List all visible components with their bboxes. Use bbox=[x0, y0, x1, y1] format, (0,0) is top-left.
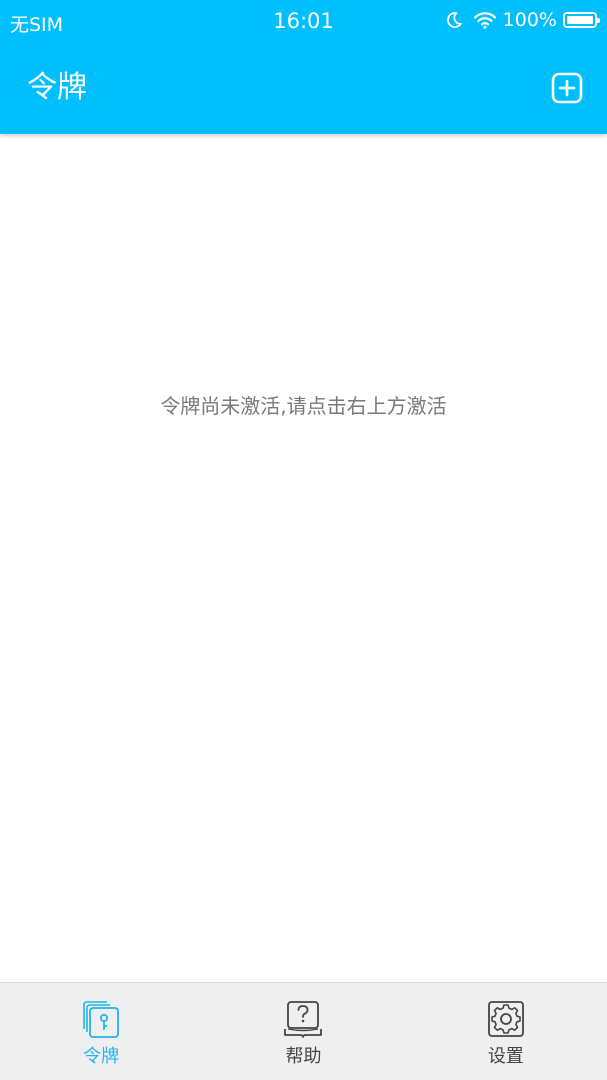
wifi-icon bbox=[473, 11, 497, 29]
tab-settings-label: 设置 bbox=[487, 1046, 524, 1067]
help-book-icon bbox=[284, 1001, 323, 1038]
moon-icon bbox=[445, 11, 463, 29]
gear-icon bbox=[487, 1001, 524, 1037]
status-bar: 无SIM 16:01 100% bbox=[0, 0, 607, 42]
token-card-icon bbox=[83, 1001, 120, 1038]
tab-help-label: 帮助 bbox=[285, 1046, 322, 1067]
status-indicators: 100% bbox=[445, 8, 600, 32]
empty-state-message: 令牌尚未激活,请点击右上方激活 bbox=[160, 394, 447, 418]
tab-help[interactable]: 帮助 bbox=[202, 983, 404, 1080]
app-screen: 无SIM 16:01 100% 令牌 令牌尚未激活,请点击右上方激活 令牌 帮助… bbox=[0, 0, 607, 1080]
plus-square-icon bbox=[551, 72, 583, 104]
main-content: 令牌尚未激活,请点击右上方激活 bbox=[0, 134, 607, 982]
bottom-tab-bar: 令牌 帮助 设置 bbox=[0, 982, 607, 1080]
tab-settings[interactable]: 设置 bbox=[405, 983, 607, 1080]
battery-percentage: 100% bbox=[502, 9, 557, 31]
battery-level-fill bbox=[567, 16, 593, 24]
tab-token-label: 令牌 bbox=[83, 1046, 120, 1067]
add-token-button[interactable] bbox=[551, 72, 583, 104]
page-title: 令牌 bbox=[27, 70, 87, 105]
tab-token[interactable]: 令牌 bbox=[0, 983, 202, 1080]
battery-icon bbox=[563, 12, 600, 28]
app-header: 无SIM 16:01 100% 令牌 bbox=[0, 0, 607, 134]
